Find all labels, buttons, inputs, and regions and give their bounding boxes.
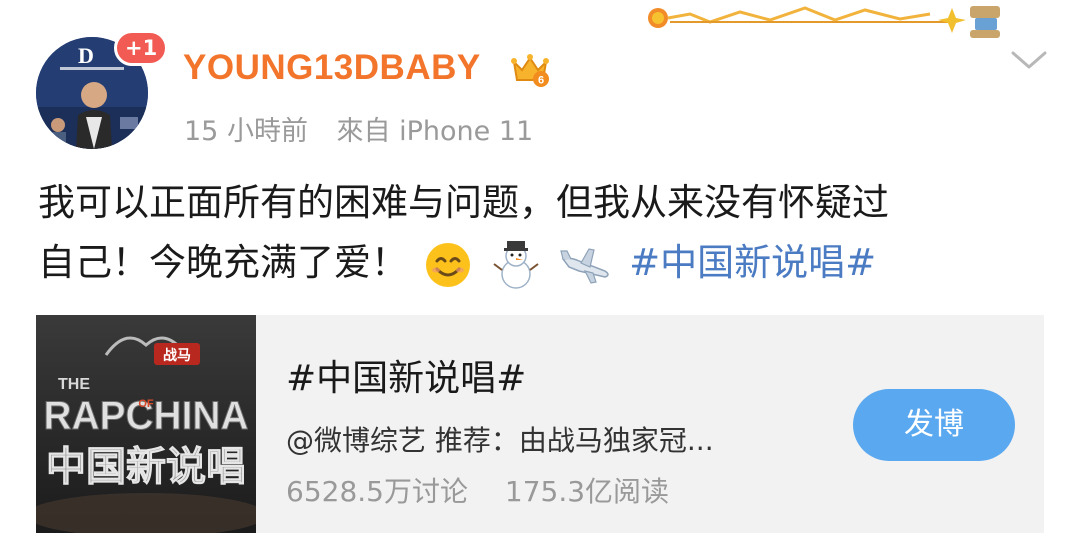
weibo-post: D +1 YOUNG13DBABY 6 15 小時前 來自 iPhone 11 … (0, 0, 1080, 555)
post-content: 我可以正面所有的困难与问题，但我从来没有怀疑过 自己！今晚充满了爱！ #中国新说… (38, 173, 1048, 293)
smiling-face-icon (425, 242, 470, 287)
airplane-icon (560, 247, 610, 284)
topic-title[interactable]: #中国新说唱# (286, 349, 526, 401)
notification-badge[interactable]: +1 (114, 30, 169, 66)
logo-of-text: OF (138, 398, 154, 410)
post-button[interactable]: 发博 (853, 389, 1015, 461)
logo-chinese-text: 中国新说唱 (46, 444, 246, 490)
topic-card[interactable]: 战马 THE RAPCHINA OF 中国新说唱 #中国新说唱# @微博综艺 推… (36, 315, 1044, 533)
post-source[interactable]: 來自 iPhone 11 (337, 116, 534, 147)
rap-of-china-logo: 战马 THE RAPCHINA OF 中国新说唱 (36, 315, 256, 533)
chevron-down-icon[interactable] (1010, 48, 1048, 72)
topic-stats: 6528.5万讨论 175.3亿阅读 (286, 470, 669, 510)
logo-the-text: THE (58, 376, 90, 393)
snowman-icon (492, 240, 539, 289)
post-meta: 15 小時前 來自 iPhone 11 (184, 109, 533, 148)
discussion-count: 6528.5万讨论 (286, 475, 468, 508)
username[interactable]: YOUNG13DBABY (183, 48, 481, 88)
crown-icon[interactable]: 6 (510, 52, 550, 88)
content-line-1: 我可以正面所有的困难与问题，但我从来没有怀疑过 (38, 181, 889, 224)
content-line-2: 自己！今晚充满了爱！ #中国新说唱# (38, 233, 1048, 293)
logo-small-text: 战马 (163, 347, 191, 364)
post-time: 15 小時前 (184, 116, 308, 147)
comet-ornament-icon (648, 6, 1000, 38)
vip-level: 6 (538, 75, 544, 87)
read-count: 175.3亿阅读 (504, 475, 670, 508)
topic-thumbnail: 战马 THE RAPCHINA OF 中国新说唱 (36, 315, 256, 533)
topic-description: @微博综艺 推荐：由战马独家冠... (286, 424, 714, 457)
content-text: 自己！今晚充满了爱！ (38, 241, 408, 284)
svg-text:D: D (78, 43, 94, 68)
hashtag-link[interactable]: #中国新说唱# (629, 241, 876, 284)
